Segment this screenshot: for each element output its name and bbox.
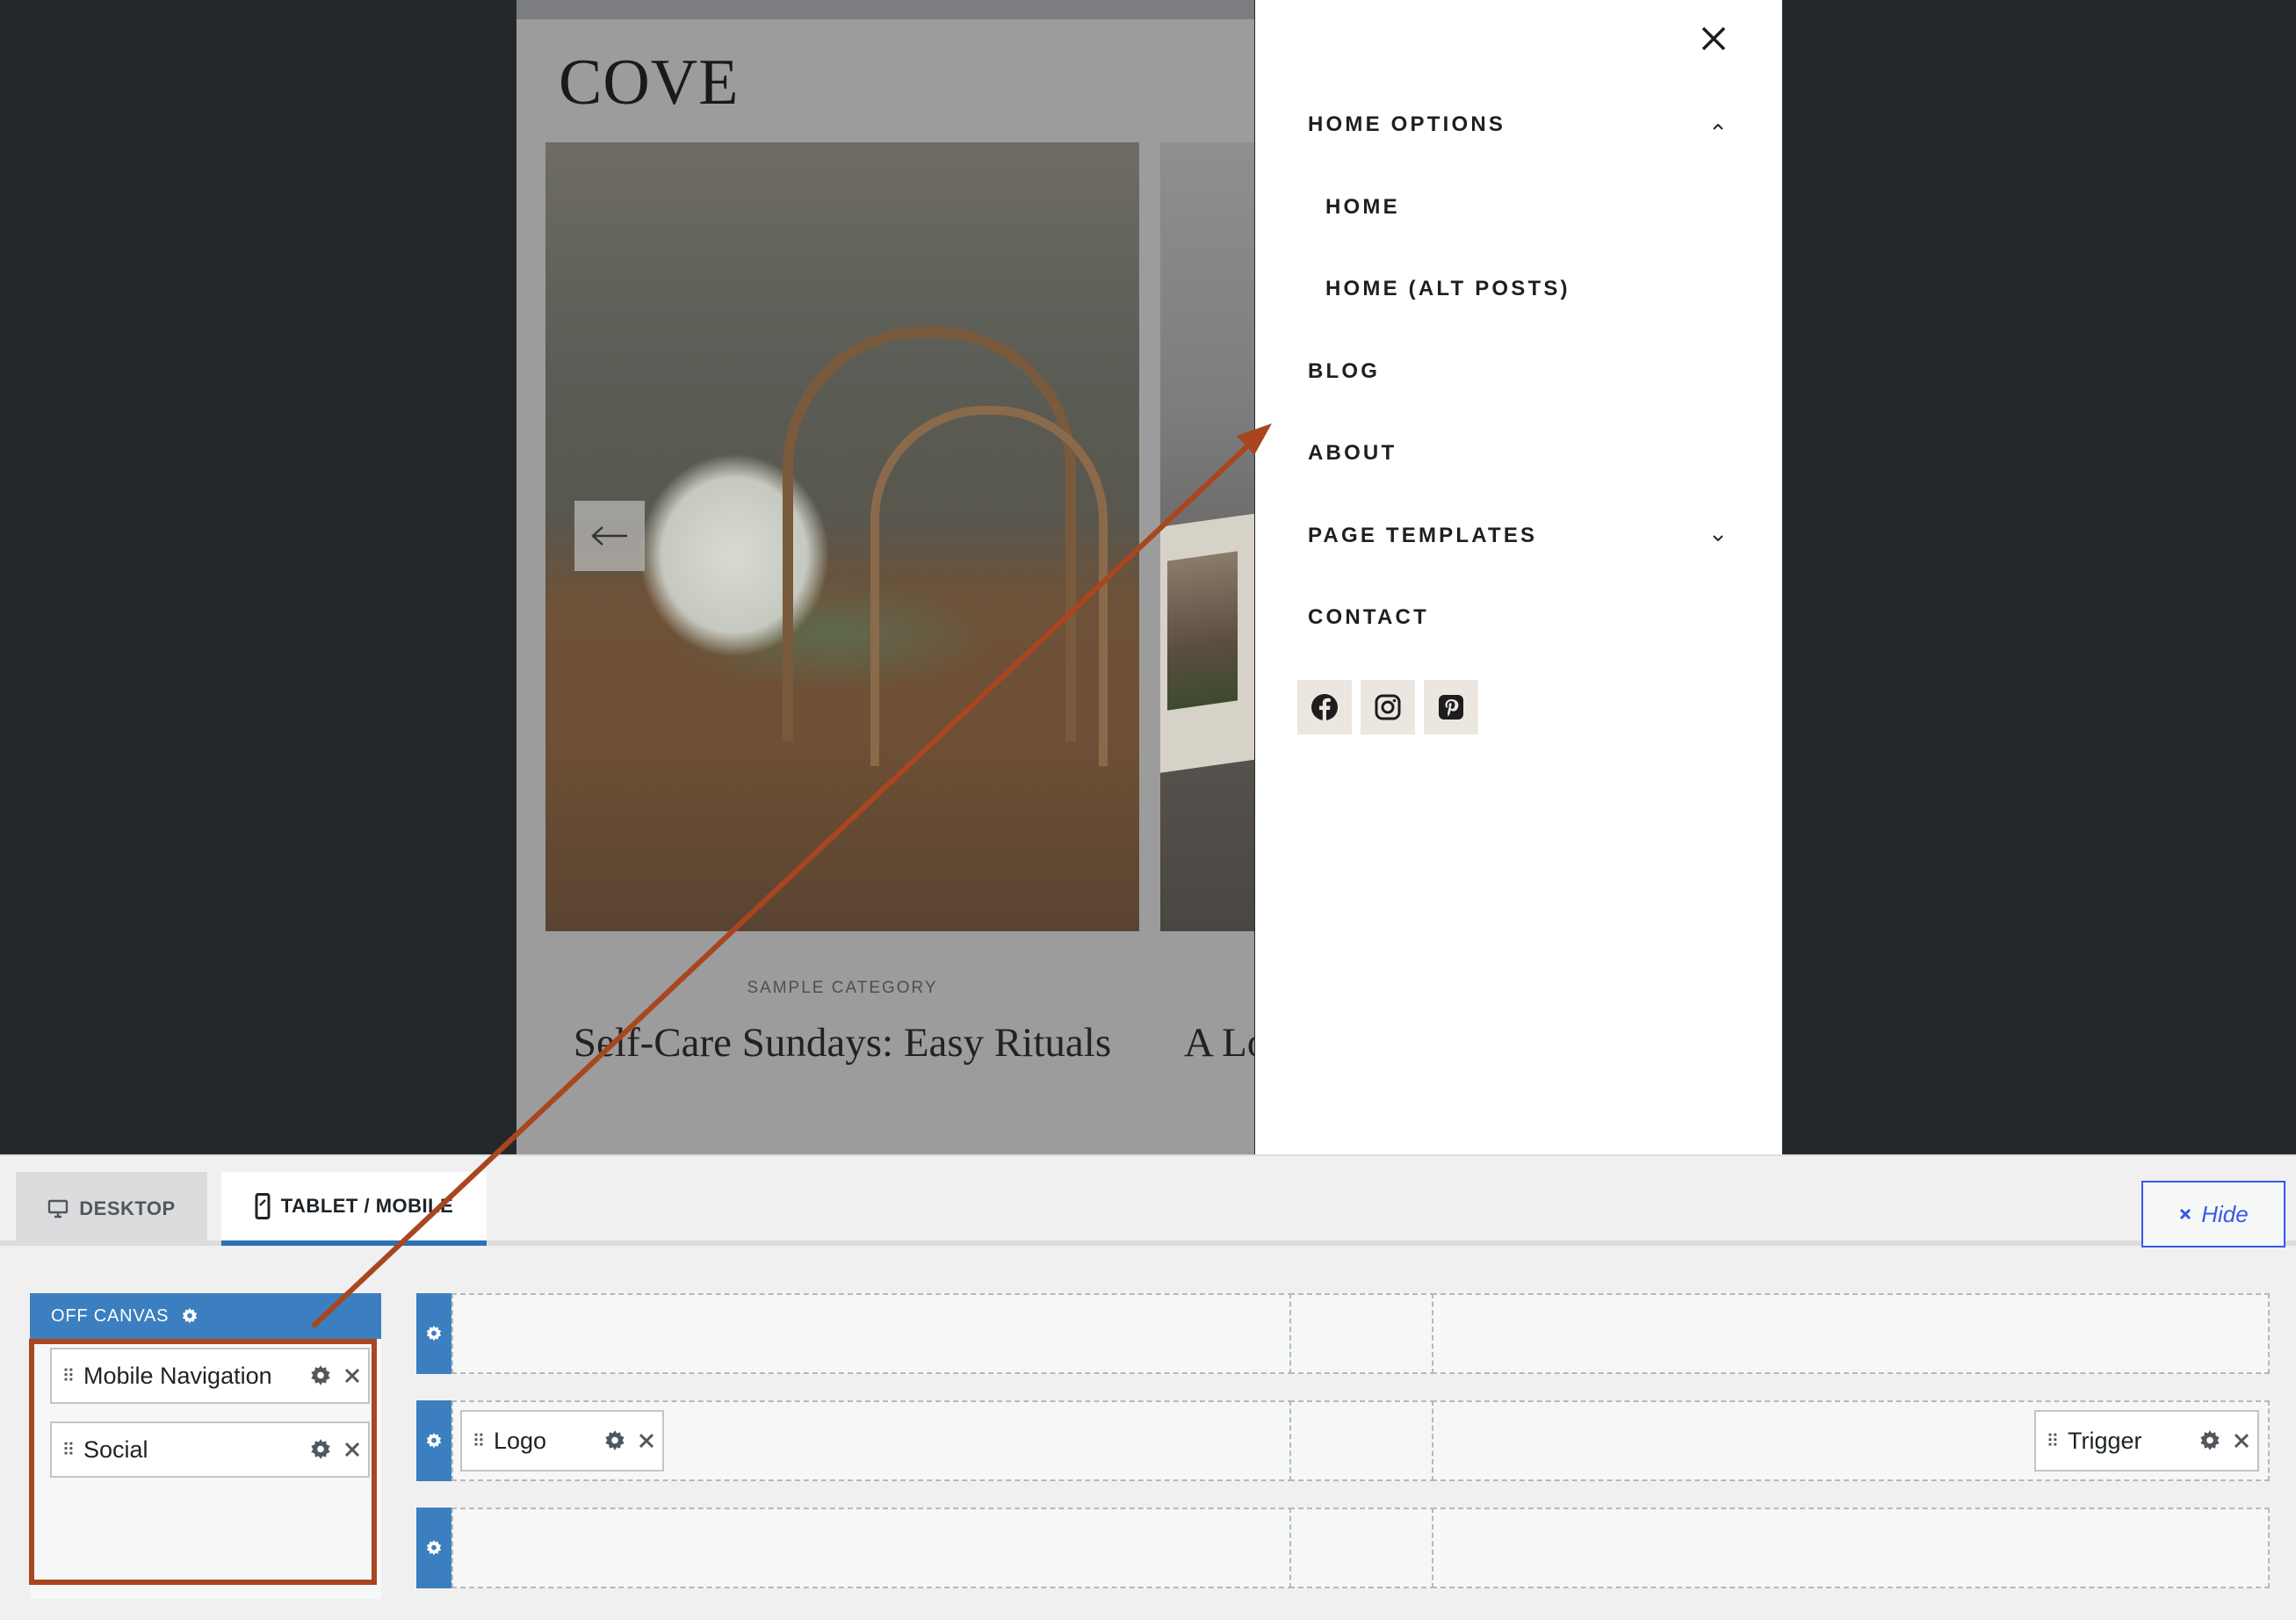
book-shape <box>1160 513 1254 773</box>
builder-tabs: DESKTOP TABLET / MOBILE Hide <box>0 1156 2296 1248</box>
pinterest-icon <box>1439 695 1463 720</box>
desktop-icon <box>48 1199 69 1219</box>
close-icon[interactable] <box>1696 21 1731 56</box>
row-zone-center[interactable] <box>1289 1400 1435 1481</box>
instagram-icon <box>1375 694 1401 720</box>
close-icon[interactable] <box>2226 1425 2257 1457</box>
facebook-link[interactable] <box>1297 680 1352 734</box>
gear-icon <box>426 1432 442 1449</box>
row-settings-button[interactable] <box>416 1400 451 1481</box>
menu-item-home-alt-posts[interactable]: HOME (ALT POSTS) <box>1325 277 1570 301</box>
house-photo-shape <box>1167 551 1238 711</box>
mobile-icon <box>255 1193 271 1219</box>
builder-row-middle <box>416 1400 2270 1481</box>
row-zone-left[interactable] <box>451 1293 1293 1374</box>
gear-icon <box>426 1325 442 1342</box>
close-icon <box>2180 1208 2191 1220</box>
tab-desktop-label: DESKTOP <box>79 1197 176 1219</box>
menu-item-home[interactable]: HOME <box>1325 195 1400 220</box>
chevron-down-icon[interactable] <box>1708 527 1729 548</box>
builder-row-top <box>416 1293 2270 1374</box>
chevron-up-icon[interactable] <box>1708 116 1729 137</box>
tab-tablet-mobile-label: TABLET / MOBILE <box>280 1195 454 1217</box>
site-logo[interactable]: COVE <box>559 46 739 120</box>
social-links <box>1297 680 1478 734</box>
menu-item-blog[interactable]: BLOG <box>1308 359 1380 384</box>
row-settings-button[interactable] <box>416 1293 451 1374</box>
preview-top-bar <box>516 0 1254 19</box>
tab-tablet-mobile[interactable]: TABLET / MOBILE <box>221 1172 487 1246</box>
tab-desktop[interactable]: DESKTOP <box>16 1172 207 1246</box>
annotation-highlight-box <box>29 1339 377 1585</box>
basket-handle-shape <box>870 406 1108 766</box>
next-post-image[interactable] <box>1160 142 1254 931</box>
arrow-left-icon <box>591 526 627 546</box>
row-zone-left[interactable] <box>451 1508 1293 1588</box>
widget-label: Logo <box>494 1427 547 1454</box>
site-preview: COVE SAMPLE CATEGORY Self-Care Sundays: … <box>516 0 1254 1154</box>
widget-trigger[interactable]: ⠿ Trigger <box>2034 1410 2259 1472</box>
row-zone-right[interactable] <box>1432 1508 2270 1588</box>
builder-row-bottom <box>416 1508 2270 1588</box>
row-zone-center[interactable] <box>1289 1293 1435 1374</box>
widget-label: Trigger <box>2068 1427 2142 1454</box>
close-icon[interactable] <box>631 1425 662 1457</box>
hide-builder-button[interactable]: Hide <box>2141 1181 2285 1248</box>
row-zone-center[interactable] <box>1289 1508 1435 1588</box>
gear-icon <box>426 1539 442 1556</box>
hide-label: Hide <box>2201 1200 2249 1227</box>
next-post-title[interactable]: A Lo <box>1184 1019 1254 1067</box>
menu-item-page-templates[interactable]: PAGE TEMPLATES <box>1308 524 1537 548</box>
gear-icon[interactable] <box>181 1307 199 1325</box>
offcanvas-area-header[interactable]: OFF CANVAS <box>30 1293 381 1339</box>
offcanvas-menu-panel: HOME OPTIONS HOME HOME (ALT POSTS) BLOG … <box>1255 0 1782 1154</box>
offcanvas-area-title: OFF CANVAS <box>51 1305 170 1326</box>
post-title[interactable]: Self-Care Sundays: Easy Rituals <box>545 1019 1139 1067</box>
menu-item-home-options[interactable]: HOME OPTIONS <box>1308 112 1505 137</box>
facebook-icon <box>1311 694 1338 720</box>
menu-item-contact[interactable]: CONTACT <box>1308 605 1429 630</box>
gear-icon[interactable] <box>599 1425 631 1457</box>
row-settings-button[interactable] <box>416 1508 451 1588</box>
slider-prev-button[interactable] <box>574 501 645 571</box>
post-category[interactable]: SAMPLE CATEGORY <box>545 979 1139 998</box>
menu-item-about[interactable]: ABOUT <box>1308 441 1397 466</box>
instagram-link[interactable] <box>1361 680 1415 734</box>
widget-logo[interactable]: ⠿ Logo <box>460 1410 664 1472</box>
pinterest-link[interactable] <box>1424 680 1478 734</box>
row-zone-right[interactable] <box>1432 1293 2270 1374</box>
drag-handle-icon[interactable]: ⠿ <box>462 1430 494 1452</box>
gear-icon[interactable] <box>2194 1425 2226 1457</box>
drag-handle-icon[interactable]: ⠿ <box>2036 1430 2068 1452</box>
